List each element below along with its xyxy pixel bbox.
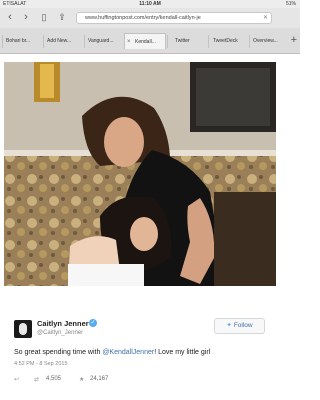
follow-label: Follow — [233, 322, 253, 329]
tweet-text-start: So great spending time with — [14, 349, 103, 356]
photo-illustration — [4, 62, 276, 286]
mention-link[interactable]: @KendallJenner — [102, 349, 154, 356]
tweet-photo[interactable] — [4, 62, 276, 286]
tab-label: Vanguard... — [88, 38, 114, 44]
url-text: www.huffingtonpost.com/entry/kendall-cai… — [85, 15, 201, 21]
tab-twitter[interactable]: Twitter — [167, 35, 207, 48]
clear-url-icon[interactable]: ✕ — [263, 13, 268, 23]
tab-label: Add New... — [47, 38, 72, 44]
twitter-bird-icon: ✦ — [226, 322, 232, 329]
tab-label: Twitter — [175, 38, 190, 44]
plus-icon[interactable]: + — [291, 34, 297, 46]
tab-add-new[interactable]: Add New... — [43, 35, 83, 48]
tab-vanguard[interactable]: Vanguard... — [84, 35, 124, 48]
avatar[interactable] — [14, 320, 32, 338]
battery-level: 51% — [285, 1, 296, 7]
tab-kendall[interactable]: × Kendall... — [124, 33, 166, 49]
address-bar[interactable]: www.huffingtonpost.com/entry/kendall-cai… — [76, 12, 272, 24]
tab-tweetdeck[interactable]: TweetDeck — [208, 35, 248, 48]
star-icon[interactable]: ★ — [79, 376, 84, 383]
tab-label: Overview... — [253, 38, 278, 44]
verified-icon: ✓ — [89, 319, 97, 327]
bookmarks-icon[interactable]: ▯ — [38, 11, 50, 23]
browser-toolbar: ‹ › ▯ ⇪ www.huffingtonpost.com/entry/ken… — [0, 8, 300, 28]
status-bar: ETISALAT 11:10 AM 51% — [0, 0, 300, 8]
back-arrow-icon[interactable]: ‹ — [4, 11, 16, 23]
tweet-author-handle[interactable]: @Caitlyn_Jenner — [37, 330, 83, 336]
tab-bar: Bohari br... Add New... Vanguard... × Ke… — [0, 28, 300, 54]
reply-icon[interactable]: ↩ — [14, 376, 19, 383]
tweet-actions: ↩ ⇄ 4,505 ★ 24,167 — [14, 376, 274, 386]
clock: 11:10 AM — [139, 1, 161, 7]
retweet-icon[interactable]: ⇄ — [34, 376, 39, 383]
forward-arrow-icon[interactable]: › — [20, 11, 32, 23]
tab-label: Kendall... — [135, 39, 156, 45]
close-tab-icon[interactable]: × — [127, 34, 131, 49]
share-icon[interactable]: ⇪ — [56, 11, 68, 23]
follow-button[interactable]: ✦ Follow — [214, 318, 265, 334]
tweet-timestamp[interactable]: 4:52 PM - 8 Sep 2015 — [14, 361, 68, 367]
tweet-author-name[interactable]: Caitlyn Jenner — [37, 319, 89, 328]
tab-label: TweetDeck — [213, 38, 238, 44]
like-count: 24,167 — [90, 376, 109, 382]
tab-overview[interactable]: Overview... — [249, 35, 287, 48]
tab-bohari[interactable]: Bohari br... — [2, 35, 42, 48]
tweet-text-end: ! Love my little girl — [154, 349, 211, 356]
tweet-text: So great spending time with @KendallJenn… — [14, 349, 284, 356]
tab-label: Bohari br... — [6, 38, 31, 44]
retweet-count: 4,505 — [46, 376, 62, 382]
